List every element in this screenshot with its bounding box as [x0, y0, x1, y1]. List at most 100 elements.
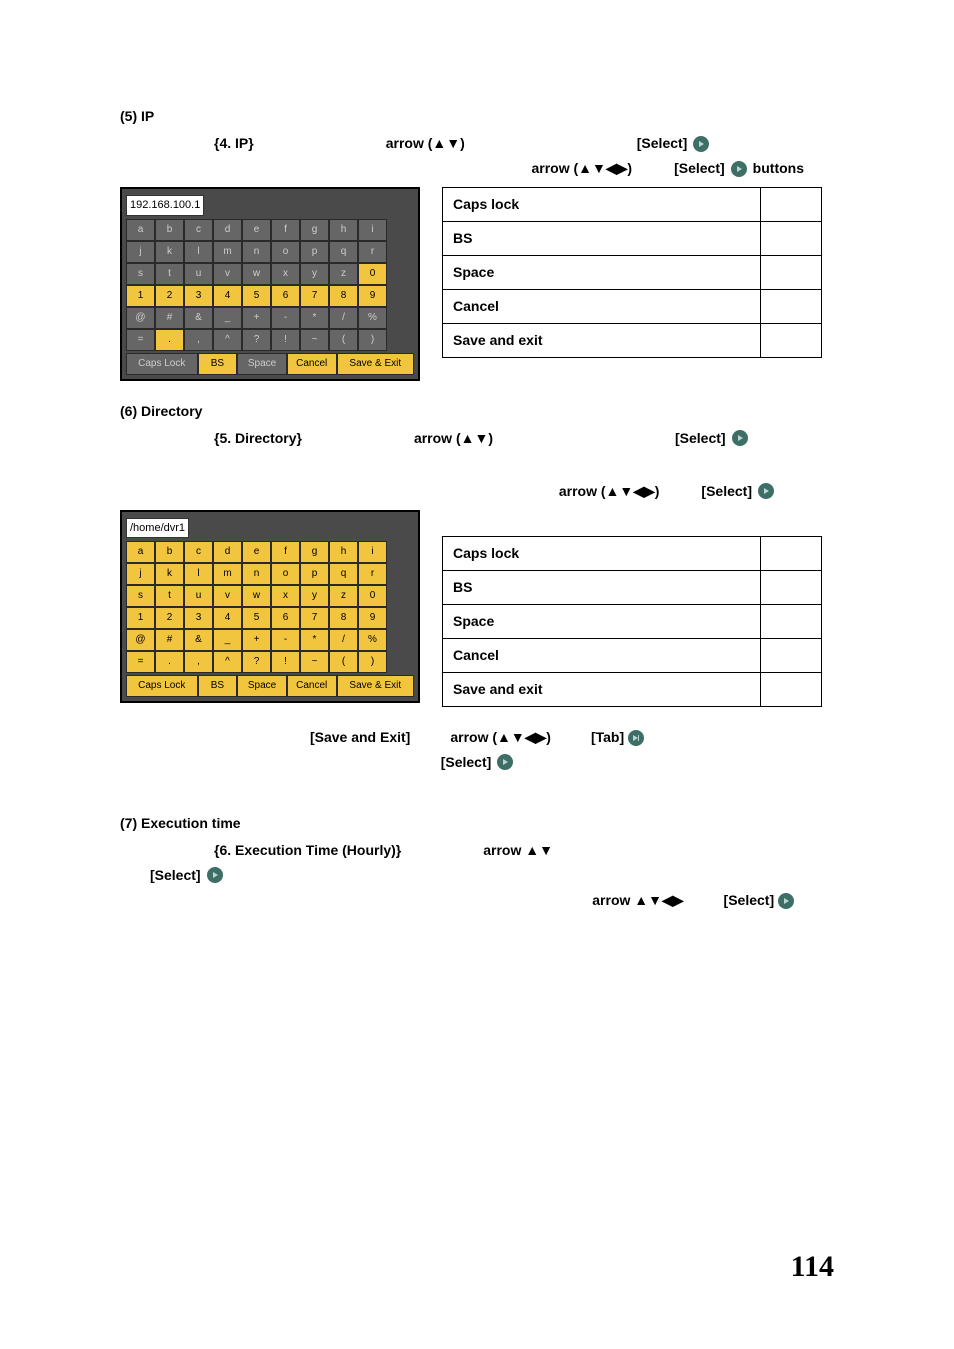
- key[interactable]: -: [271, 307, 300, 329]
- key[interactable]: o: [271, 241, 300, 263]
- key[interactable]: m: [213, 241, 242, 263]
- keyboard-input-dir[interactable]: /home/dvr1: [126, 518, 189, 539]
- key[interactable]: b: [155, 219, 184, 241]
- key[interactable]: ~: [300, 329, 329, 351]
- key[interactable]: ~: [300, 651, 329, 673]
- key[interactable]: @: [126, 307, 155, 329]
- key[interactable]: %: [358, 307, 387, 329]
- key-bs[interactable]: BS: [198, 353, 238, 375]
- key[interactable]: &: [184, 629, 213, 651]
- key[interactable]: &: [184, 307, 213, 329]
- key[interactable]: j: [126, 241, 155, 263]
- key[interactable]: d: [213, 219, 242, 241]
- key[interactable]: w: [242, 585, 271, 607]
- key[interactable]: o: [271, 563, 300, 585]
- key[interactable]: *: [300, 629, 329, 651]
- key[interactable]: %: [358, 629, 387, 651]
- key[interactable]: n: [242, 241, 271, 263]
- key[interactable]: #: [155, 629, 184, 651]
- key[interactable]: _: [213, 307, 242, 329]
- key[interactable]: c: [184, 541, 213, 563]
- key[interactable]: i: [358, 541, 387, 563]
- key[interactable]: i: [358, 219, 387, 241]
- key[interactable]: 5: [242, 285, 271, 307]
- key[interactable]: x: [271, 585, 300, 607]
- key[interactable]: u: [184, 263, 213, 285]
- key[interactable]: t: [155, 585, 184, 607]
- key[interactable]: c: [184, 219, 213, 241]
- key[interactable]: g: [300, 541, 329, 563]
- key-cancel[interactable]: Cancel: [287, 675, 337, 697]
- key[interactable]: s: [126, 585, 155, 607]
- key-capslock[interactable]: Caps Lock: [126, 353, 198, 375]
- keyboard-input-ip[interactable]: 192.168.100.1: [126, 195, 204, 216]
- key[interactable]: 1: [126, 607, 155, 629]
- key[interactable]: #: [155, 307, 184, 329]
- key[interactable]: 0: [358, 585, 387, 607]
- key[interactable]: /: [329, 307, 358, 329]
- key[interactable]: y: [300, 585, 329, 607]
- key[interactable]: 5: [242, 607, 271, 629]
- key[interactable]: f: [271, 219, 300, 241]
- key[interactable]: g: [300, 219, 329, 241]
- key[interactable]: .: [155, 651, 184, 673]
- key[interactable]: p: [300, 241, 329, 263]
- key[interactable]: -: [271, 629, 300, 651]
- key[interactable]: *: [300, 307, 329, 329]
- key[interactable]: ,: [184, 329, 213, 351]
- key[interactable]: ?: [242, 329, 271, 351]
- key[interactable]: b: [155, 541, 184, 563]
- key[interactable]: p: [300, 563, 329, 585]
- key[interactable]: !: [271, 651, 300, 673]
- key-cancel[interactable]: Cancel: [287, 353, 337, 375]
- key[interactable]: m: [213, 563, 242, 585]
- key[interactable]: q: [329, 563, 358, 585]
- key[interactable]: t: [155, 263, 184, 285]
- key[interactable]: w: [242, 263, 271, 285]
- key-capslock[interactable]: Caps Lock: [126, 675, 198, 697]
- key[interactable]: k: [155, 241, 184, 263]
- key[interactable]: ): [358, 329, 387, 351]
- key[interactable]: ?: [242, 651, 271, 673]
- key[interactable]: e: [242, 541, 271, 563]
- key[interactable]: 1: [126, 285, 155, 307]
- key[interactable]: +: [242, 307, 271, 329]
- key[interactable]: r: [358, 563, 387, 585]
- key[interactable]: h: [329, 219, 358, 241]
- key[interactable]: x: [271, 263, 300, 285]
- key[interactable]: (: [329, 651, 358, 673]
- key[interactable]: ): [358, 651, 387, 673]
- key[interactable]: (: [329, 329, 358, 351]
- key[interactable]: 2: [155, 285, 184, 307]
- key[interactable]: 7: [300, 285, 329, 307]
- key[interactable]: e: [242, 219, 271, 241]
- key[interactable]: l: [184, 241, 213, 263]
- key[interactable]: r: [358, 241, 387, 263]
- key-space[interactable]: Space: [237, 675, 287, 697]
- key[interactable]: 3: [184, 285, 213, 307]
- key[interactable]: a: [126, 541, 155, 563]
- key[interactable]: z: [329, 585, 358, 607]
- key[interactable]: f: [271, 541, 300, 563]
- key[interactable]: s: [126, 263, 155, 285]
- key[interactable]: .: [155, 329, 184, 351]
- key[interactable]: v: [213, 263, 242, 285]
- key[interactable]: /: [329, 629, 358, 651]
- key[interactable]: y: [300, 263, 329, 285]
- key[interactable]: @: [126, 629, 155, 651]
- key[interactable]: ^: [213, 651, 242, 673]
- key[interactable]: z: [329, 263, 358, 285]
- key[interactable]: 8: [329, 285, 358, 307]
- key[interactable]: n: [242, 563, 271, 585]
- key[interactable]: 9: [358, 607, 387, 629]
- key[interactable]: =: [126, 329, 155, 351]
- key[interactable]: 4: [213, 607, 242, 629]
- key[interactable]: !: [271, 329, 300, 351]
- key[interactable]: u: [184, 585, 213, 607]
- key[interactable]: ^: [213, 329, 242, 351]
- key[interactable]: 6: [271, 607, 300, 629]
- key[interactable]: h: [329, 541, 358, 563]
- key[interactable]: 3: [184, 607, 213, 629]
- key[interactable]: +: [242, 629, 271, 651]
- key[interactable]: a: [126, 219, 155, 241]
